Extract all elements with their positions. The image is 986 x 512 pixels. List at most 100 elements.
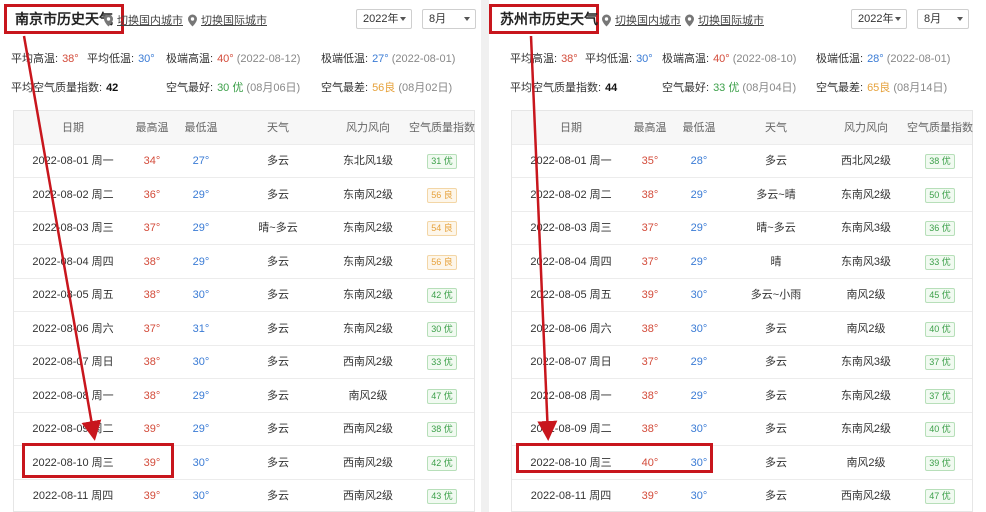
row-date: 2022-08-06 周六 — [530, 322, 612, 335]
aqi-badge: 42 优 — [427, 288, 457, 303]
caret-down-icon — [400, 17, 406, 21]
table-row[interactable]: 2022-08-04 周四 37° 29° 晴 东南风3级 33 优 — [512, 246, 972, 279]
table-row[interactable]: 2022-08-02 周二 38° 29° 多云~晴 东南风2级 50 优 — [512, 179, 972, 212]
table-header: 日期 最高温 最低温 天气 风力风向 空气质量指数 — [14, 111, 475, 145]
row-wind: 西南风2级 — [840, 490, 892, 502]
row-wind: 东南风2级 — [342, 255, 394, 268]
row-high-temp: 38° — [641, 389, 659, 402]
ext-high: 极端高温: 40° (2022-08-10) — [662, 53, 797, 65]
table-row[interactable]: 2022-08-07 周日 37° 29° 多云 东南风3级 37 优 — [512, 346, 972, 379]
row-aqi: 43 优 — [408, 480, 476, 512]
row-high-temp: 34° — [143, 155, 161, 167]
switch-intl-link[interactable]: 切换国际城市 — [684, 12, 764, 28]
page-title: 苏州市历史天气 — [489, 4, 599, 34]
aqi-badge: 47 优 — [427, 388, 457, 404]
row-low-temp: 29° — [690, 222, 708, 234]
row-high-temp: 37° — [641, 222, 659, 234]
row-weather: 多云 — [765, 155, 787, 167]
month-select[interactable]: 8月 — [422, 9, 476, 29]
table-row[interactable]: 2022-08-09 周二 39° 29° 多云 西南风2级 38 优 — [14, 413, 474, 446]
aqi-badge: 40 优 — [925, 422, 955, 437]
table-row[interactable]: 2022-08-05 周五 39° 30° 多云~小雨 南风2级 45 优 — [512, 279, 972, 312]
row-aqi: 40 优 — [906, 313, 974, 346]
row-aqi: 45 优 — [906, 279, 974, 312]
row-weather: 多云 — [267, 423, 289, 435]
row-date: 2022-08-09 周二 — [32, 423, 114, 435]
switch-intl-link[interactable]: 切换国际城市 — [187, 12, 267, 28]
table-row[interactable]: 2022-08-04 周四 38° 29° 多云 东南风2级 56 良 — [14, 246, 474, 279]
switch-intl-label: 切换国际城市 — [201, 15, 267, 27]
row-weather: 多云 — [267, 322, 289, 335]
aqi-badge: 33 优 — [427, 355, 457, 370]
table-row[interactable]: 2022-08-08 周一 38° 29° 多云 南风2级 47 优 — [14, 380, 474, 413]
row-aqi: 38 优 — [408, 413, 476, 446]
caret-down-icon — [895, 17, 901, 21]
aqi-badge: 56 良 — [427, 187, 457, 203]
location-pin-icon — [188, 14, 197, 26]
year-select[interactable]: 2022年 — [851, 9, 907, 29]
row-weather: 多云 — [267, 456, 289, 469]
row-aqi: 50 优 — [906, 179, 974, 212]
row-low-temp: 29° — [690, 389, 708, 402]
row-date: 2022-08-05 周五 — [530, 289, 612, 301]
aqi-worst: 空气最差: 56良 (08月02日) — [321, 82, 453, 94]
row-high-temp: 37° — [143, 222, 161, 234]
row-low-temp: 30° — [690, 490, 708, 502]
row-wind: 东南风3级 — [840, 222, 892, 234]
table-row[interactable]: 2022-08-11 周四 39° 30° 多云 西南风2级 43 优 — [14, 480, 474, 512]
row-aqi: 31 优 — [408, 145, 476, 178]
aqi-badge: 40 优 — [925, 321, 955, 337]
aqi-badge: 30 优 — [427, 321, 457, 337]
year-value: 2022年 — [363, 13, 399, 25]
month-select[interactable]: 8月 — [917, 9, 969, 29]
table-row[interactable]: 2022-08-07 周日 38° 30° 多云 西南风2级 33 优 — [14, 346, 474, 379]
table-row[interactable]: 2022-08-06 周六 37° 31° 多云 东南风2级 30 优 — [14, 313, 474, 346]
row-aqi: 37 优 — [906, 380, 974, 413]
avg-high: 平均高温: 38° — [11, 53, 79, 65]
table-row[interactable]: 2022-08-05 周五 38° 30° 多云 东南风2级 42 优 — [14, 279, 474, 312]
row-weather: 多云 — [267, 255, 289, 268]
caret-down-icon — [957, 17, 963, 21]
row-date: 2022-08-03 周三 — [530, 222, 612, 234]
row-low-temp: 29° — [192, 423, 210, 435]
row-weather: 多云 — [765, 356, 787, 368]
row-date: 2022-08-07 周日 — [530, 356, 612, 368]
row-wind: 南风2级 — [846, 322, 886, 335]
avg-aqi: 平均空气质量指数: 44 — [510, 82, 618, 94]
year-select[interactable]: 2022年 — [356, 9, 412, 29]
table-row[interactable]: 2022-08-02 周二 36° 29° 多云 东南风2级 56 良 — [14, 179, 474, 212]
table-row[interactable]: 2022-08-01 周一 34° 27° 多云 东北风1级 31 优 — [14, 145, 474, 178]
switch-domestic-link[interactable]: 切换国内城市 — [601, 12, 681, 28]
row-date: 2022-08-02 周二 — [530, 188, 612, 201]
row-low-temp: 29° — [690, 356, 708, 368]
location-pin-icon — [602, 14, 611, 26]
table-row[interactable]: 2022-08-11 周四 39° 30° 多云 西南风2级 47 优 — [512, 480, 972, 512]
aqi-best: 空气最好: 30 优 (08月06日) — [166, 82, 301, 94]
year-value: 2022年 — [858, 13, 894, 25]
aqi-badge: 42 优 — [427, 455, 457, 471]
aqi-badge: 43 优 — [427, 489, 457, 504]
row-high-temp: 39° — [143, 423, 161, 435]
row-weather: 多云 — [267, 155, 289, 167]
row-low-temp: 29° — [192, 188, 210, 201]
switch-domestic-link[interactable]: 切换国内城市 — [103, 12, 183, 28]
table-row[interactable]: 2022-08-03 周三 37° 29° 晴~多云 东南风3级 36 优 — [512, 212, 972, 245]
table-row[interactable]: 2022-08-09 周二 38° 30° 多云 东南风2级 40 优 — [512, 413, 972, 446]
row-date: 2022-08-05 周五 — [32, 289, 114, 301]
row-low-temp: 30° — [690, 423, 708, 435]
row-low-temp: 30° — [192, 490, 210, 502]
table-row[interactable]: 2022-08-03 周三 37° 29° 晴~多云 东南风2级 54 良 — [14, 212, 474, 245]
row-weather: 多云 — [765, 456, 787, 469]
highlight-box-suzhou — [516, 443, 713, 473]
row-high-temp: 39° — [641, 289, 659, 301]
column-header: 最高温 — [633, 122, 667, 134]
row-weather: 多云~小雨 — [750, 289, 802, 301]
aqi-badge: 31 优 — [427, 154, 457, 169]
table-row[interactable]: 2022-08-01 周一 35° 28° 多云 西北风2级 38 优 — [512, 145, 972, 178]
column-header: 最高温 — [135, 122, 169, 134]
table-row[interactable]: 2022-08-06 周六 38° 30° 多云 南风2级 40 优 — [512, 313, 972, 346]
row-date: 2022-08-09 周二 — [530, 423, 612, 435]
aqi-badge: 36 优 — [925, 221, 955, 236]
row-wind: 东南风2级 — [840, 423, 892, 435]
table-row[interactable]: 2022-08-08 周一 38° 29° 多云 东南风2级 37 优 — [512, 380, 972, 413]
